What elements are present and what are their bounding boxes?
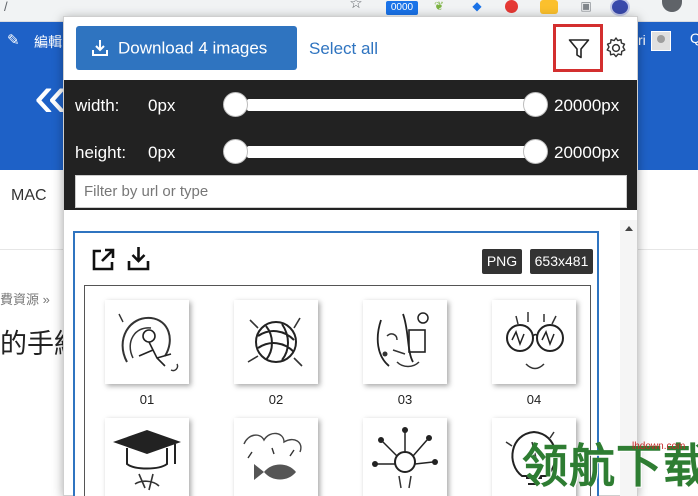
sketch-face-icon <box>376 312 429 368</box>
red-extension-icon[interactable] <box>505 0 518 13</box>
image-card[interactable]: PNG 653x481 01 02 03 04 <box>73 231 599 496</box>
filter-toggle-button[interactable] <box>553 24 603 72</box>
sketch-thumbnail <box>363 300 447 384</box>
select-all-link[interactable]: Select all <box>309 39 378 59</box>
sketch-figure-icon <box>118 313 179 372</box>
height-min-value: 0px <box>148 143 176 162</box>
funnel-icon <box>568 39 590 59</box>
width-min-value: 0px <box>148 96 176 115</box>
breadcrumb[interactable]: 費資源 » <box>0 289 50 308</box>
height-min-handle[interactable] <box>223 139 248 164</box>
sketch-knot-icon <box>247 317 303 367</box>
sketch-fish-icon <box>243 432 302 480</box>
image-downloader-popup: Download 4 images Select all width: 0px … <box>63 16 638 496</box>
image-preview[interactable]: 01 02 03 04 <box>84 285 591 496</box>
download-images-button[interactable]: Download 4 images <box>76 26 297 70</box>
image-type-tag: PNG <box>482 249 522 274</box>
download-button-label: Download 4 images <box>118 38 268 58</box>
sketch-graduation-cap-icon <box>113 430 181 491</box>
address-fragment[interactable]: / <box>4 0 8 14</box>
sketch-thumbnail <box>492 300 576 384</box>
extension-counter-badge[interactable]: 0000 <box>386 1 418 15</box>
width-range-track[interactable] <box>247 99 537 111</box>
height-max-handle[interactable] <box>523 139 548 164</box>
header-user-text: ri <box>638 32 646 48</box>
open-in-new-tab-icon[interactable] <box>91 247 116 272</box>
site-search-partial[interactable]: Q <box>690 30 698 46</box>
sketch-thumbnail <box>234 418 318 496</box>
camera-extension-icon[interactable]: ▣ <box>578 0 594 12</box>
sketch-glasses-icon <box>506 312 564 370</box>
leaf-extension-icon[interactable]: ❦ <box>432 0 446 12</box>
drop-extension-icon[interactable]: ◆ <box>470 0 484 12</box>
yellow-extension-icon[interactable] <box>540 0 558 14</box>
sketch-thumbnail <box>234 300 318 384</box>
sketch-thumbnail <box>105 418 189 496</box>
thumbnail-label: 02 <box>268 392 284 407</box>
width-max-value: 20000px <box>554 96 620 115</box>
gear-icon <box>606 37 626 58</box>
settings-button[interactable] <box>604 36 628 60</box>
filter-panel: width: 0px 20000px height: 0px 20000px <box>64 80 637 210</box>
thumbnail-label: 01 <box>139 392 155 407</box>
width-min-handle[interactable] <box>223 92 248 117</box>
sketch-thumbnail <box>105 300 189 384</box>
site-avatar[interactable] <box>651 31 671 51</box>
watermark-url: lhdown.com <box>632 441 686 452</box>
sketch-bulbs-icon <box>372 427 438 489</box>
edit-link[interactable]: 編輯 <box>34 32 62 52</box>
nav-item-mac[interactable]: MAC <box>11 187 47 205</box>
sketch-thumbnail <box>363 418 447 496</box>
download-icon[interactable] <box>126 245 151 272</box>
width-label: width: <box>75 96 120 115</box>
download-icon <box>92 40 108 57</box>
height-max-value: 20000px <box>554 143 620 162</box>
thumbnail-label: 03 <box>397 392 413 407</box>
height-range-track[interactable] <box>247 146 537 158</box>
thumbnail-label: 04 <box>526 392 542 407</box>
width-max-handle[interactable] <box>523 92 548 117</box>
image-size-tag: 653x481 <box>530 249 593 274</box>
pencil-icon[interactable]: ✎ <box>7 31 20 49</box>
url-filter-input[interactable] <box>75 175 627 208</box>
height-label: height: <box>75 143 127 162</box>
image-downloader-extension-icon[interactable] <box>612 0 628 14</box>
bookmark-star-icon[interactable]: ☆ <box>348 0 364 11</box>
popup-scroll-up-arrow[interactable] <box>625 226 633 231</box>
profile-avatar-icon[interactable] <box>662 0 682 12</box>
